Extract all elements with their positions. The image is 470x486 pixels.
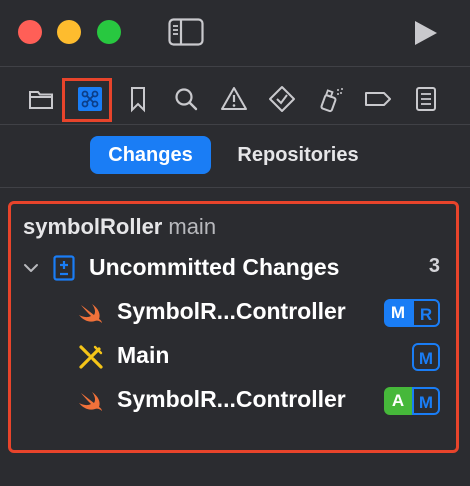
file-name: SymbolR...Controller <box>117 298 346 324</box>
file-name: Main <box>117 342 170 368</box>
debug-spray-icon[interactable] <box>316 84 346 114</box>
status-badge-modified: M <box>384 299 412 327</box>
chevron-down-icon[interactable] <box>23 260 39 276</box>
storyboard-icon <box>77 343 105 371</box>
bookmark-icon[interactable] <box>123 84 153 114</box>
test-diamond-icon[interactable] <box>267 84 297 114</box>
segment-changes[interactable]: Changes <box>90 136 211 174</box>
file-row[interactable]: Main M <box>11 336 456 376</box>
status-badges: M <box>412 343 440 371</box>
minimize-window-button[interactable] <box>57 20 81 44</box>
changes-repositories-segmented-control: Changes Repositories <box>0 132 470 178</box>
warning-icon[interactable] <box>219 84 249 114</box>
titlebar-divider <box>0 66 470 67</box>
navigator-tab-bar <box>0 72 470 124</box>
file-name: SymbolR...Controller <box>117 386 346 412</box>
tabbar-divider <box>0 124 470 125</box>
sidebar-toggle-icon[interactable] <box>168 18 204 46</box>
status-badge-remote: R <box>412 299 440 327</box>
status-badge-modified: M <box>412 387 440 415</box>
repository-header[interactable]: symbolRoller main <box>23 214 216 240</box>
report-icon[interactable] <box>411 84 441 114</box>
folder-icon[interactable] <box>26 84 56 114</box>
changes-count: 3 <box>428 255 440 277</box>
swift-icon <box>77 387 105 415</box>
group-label: Uncommitted Changes <box>89 254 340 280</box>
segment-repositories[interactable]: Repositories <box>222 136 374 174</box>
repository-name: symbolRoller <box>23 214 163 239</box>
changes-panel: symbolRoller main Uncommitted Changes 3 S… <box>8 201 459 453</box>
branch-name: main <box>168 214 217 239</box>
changes-document-icon <box>53 255 75 281</box>
uncommitted-changes-group[interactable]: Uncommitted Changes 3 <box>11 248 456 288</box>
selected-tab-highlight <box>62 78 112 122</box>
search-icon[interactable] <box>171 84 201 114</box>
file-row[interactable]: SymbolR...Controller A M <box>11 380 456 420</box>
file-row[interactable]: SymbolR...Controller M R <box>11 292 456 332</box>
window-titlebar <box>0 0 470 66</box>
status-badges: A M <box>384 387 440 415</box>
swift-icon <box>77 299 105 327</box>
close-window-button[interactable] <box>18 20 42 44</box>
status-badge-modified: M <box>412 343 440 371</box>
status-badges: M R <box>384 299 440 327</box>
breakpoint-tag-icon[interactable] <box>363 84 393 114</box>
zoom-window-button[interactable] <box>97 20 121 44</box>
status-badge-added: A <box>384 387 412 415</box>
segments-divider <box>0 187 470 188</box>
play-icon[interactable] <box>410 18 440 48</box>
